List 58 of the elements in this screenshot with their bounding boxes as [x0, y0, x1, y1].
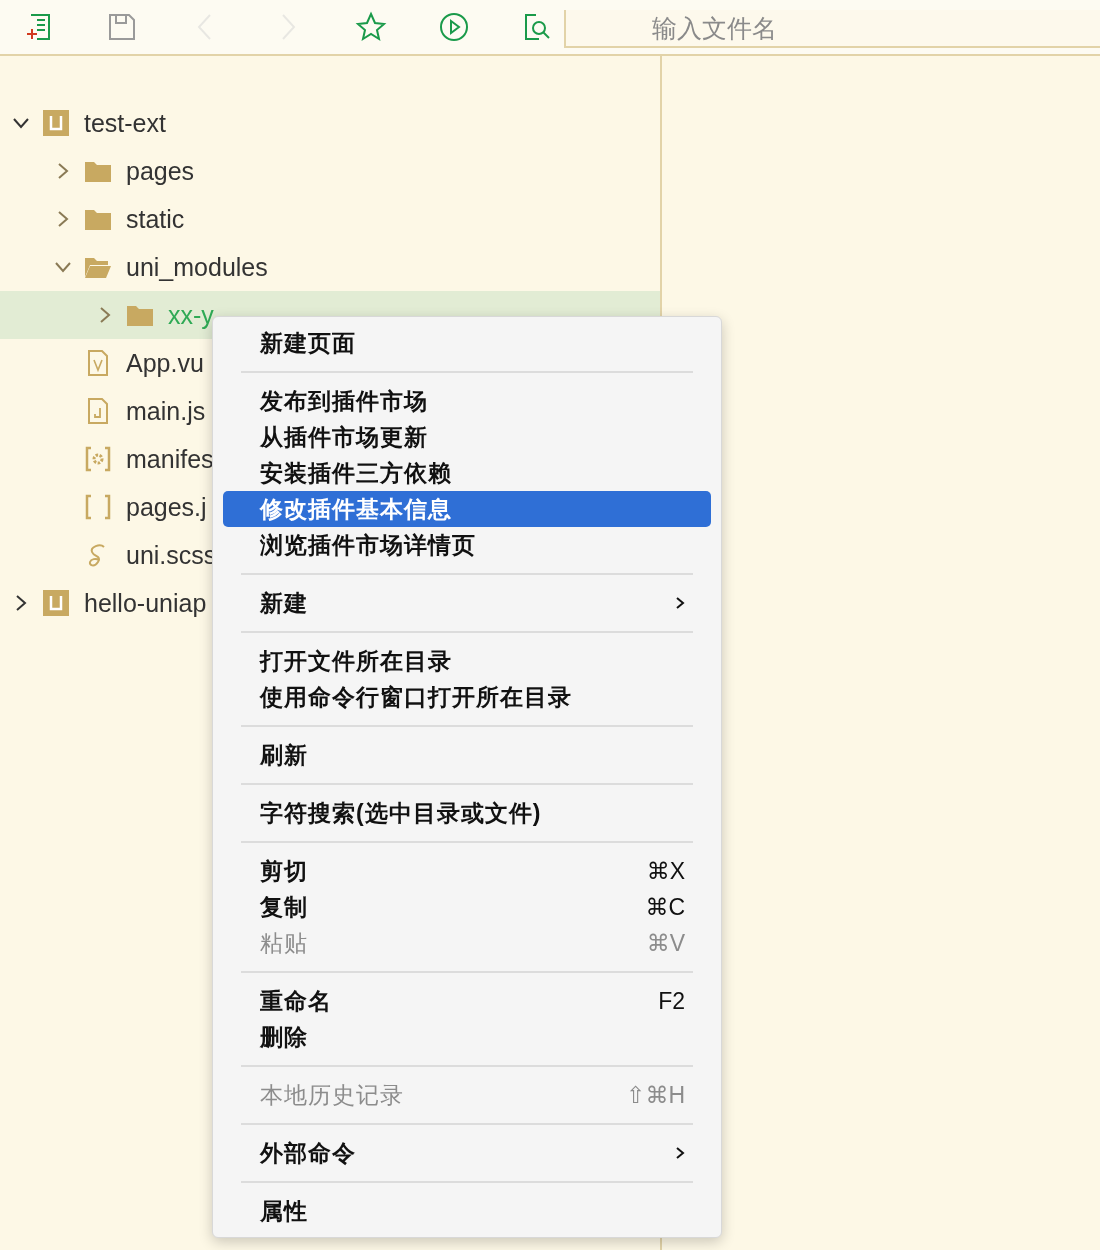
project-name[interactable]: test-ext [84, 108, 166, 138]
menu-item-label: 发布到插件市场 [260, 386, 429, 416]
shortcut-label: ⇧⌘H [626, 1081, 685, 1109]
menu-item[interactable]: 外部命令 [223, 1135, 711, 1171]
shortcut-label: ⌘X [646, 857, 685, 885]
folder-name[interactable]: pages [126, 156, 195, 186]
menu-item-label: 属性 [260, 1196, 309, 1226]
project-icon [42, 109, 70, 137]
gear-file-icon [84, 445, 112, 473]
shortcut-label: F2 [658, 987, 685, 1015]
file-name[interactable]: App.vu [126, 348, 204, 378]
project-icon [42, 589, 70, 617]
menu-item-label: 复制 [260, 892, 309, 922]
menu-item[interactable]: 删除 [223, 1019, 711, 1055]
file-name[interactable]: main.js [126, 396, 206, 426]
shortcut-label: ⌘V [646, 929, 685, 957]
menu-item-label: 浏览插件市场详情页 [260, 530, 477, 560]
menu-item-label: 删除 [260, 1022, 309, 1052]
play-icon[interactable] [438, 11, 470, 43]
folder-name: xx-y [168, 300, 214, 330]
shortcut-label: ⌘C [645, 893, 685, 921]
file-name[interactable]: manifes [126, 444, 214, 474]
menu-item[interactable]: 从插件市场更新 [223, 419, 711, 455]
file-name[interactable]: pages.j [126, 492, 207, 522]
menu-item[interactable]: 使用命令行窗口打开所在目录 [223, 679, 711, 715]
menu-item-label: 安装插件三方依赖 [260, 458, 453, 488]
menu-item[interactable]: 修改插件基本信息 [223, 491, 711, 527]
menu-item[interactable]: 安装插件三方依赖 [223, 455, 711, 491]
menu-item-label: 剪切 [260, 856, 309, 886]
menu-item-label: 修改插件基本信息 [260, 494, 453, 524]
menu-item[interactable]: 属性 [223, 1193, 711, 1229]
menu-item[interactable]: 剪切 ⌘X [223, 853, 711, 889]
menu-item[interactable]: 字符搜索(选中目录或文件) [223, 795, 711, 831]
menu-item[interactable]: 新建 [223, 585, 711, 621]
menu-item-label: 字符搜索(选中目录或文件) [260, 798, 543, 828]
project-name[interactable]: hello-uniap [84, 588, 207, 618]
menu-item-label: 使用命令行窗口打开所在目录 [260, 682, 573, 712]
menu-item[interactable]: 发布到插件市场 [223, 383, 711, 419]
menu-item[interactable]: 刷新 [223, 737, 711, 773]
file-search-field[interactable]: 输入文件名 [564, 10, 1100, 48]
menu-item-label: 重命名 [260, 986, 333, 1016]
folder-name[interactable]: uni_modules [126, 252, 268, 282]
menu-item-label: 刷新 [260, 740, 309, 770]
menu-item[interactable]: 复制 ⌘C [223, 889, 711, 925]
file-name[interactable]: uni.scss [126, 540, 217, 570]
bracket-file-icon [84, 493, 112, 521]
menu-item-label: 从插件市场更新 [260, 422, 429, 452]
menu-item-label: 新建 [260, 588, 309, 618]
menu-item[interactable]: 重命名 F2 [223, 983, 711, 1019]
menu-item-label: 粘贴 [260, 928, 309, 958]
menu-item[interactable]: 打开文件所在目录 [223, 643, 711, 679]
menu-item-label: 打开文件所在目录 [260, 646, 453, 676]
menu-item[interactable]: 浏览插件市场详情页 [223, 527, 711, 563]
save-icon[interactable] [106, 11, 138, 43]
menu-item-label: 本地历史记录 [260, 1080, 405, 1110]
folder-name[interactable]: static [126, 204, 185, 234]
menu-item-label: 外部命令 [260, 1138, 357, 1168]
star-icon[interactable] [355, 11, 387, 43]
